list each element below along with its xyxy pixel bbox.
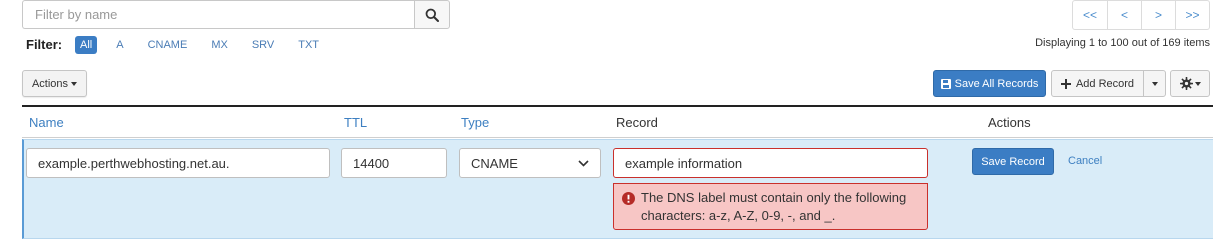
floppy-disk-icon xyxy=(940,78,951,89)
search-button[interactable] xyxy=(414,0,450,29)
search-input[interactable] xyxy=(22,0,415,29)
column-header-actions: Actions xyxy=(988,115,1031,130)
filter-srv[interactable]: SRV xyxy=(247,36,279,54)
column-header-ttl[interactable]: TTL xyxy=(344,115,367,130)
record-field[interactable]: example information xyxy=(613,148,928,178)
ttl-field[interactable]: 14400 xyxy=(341,148,447,178)
settings-dropdown-button[interactable] xyxy=(1170,70,1210,97)
add-record-label: Add Record xyxy=(1075,77,1135,90)
name-field-value: example.perthwebhosting.net.au. xyxy=(38,155,230,171)
save-record-button[interactable]: Save Record xyxy=(972,148,1054,175)
chevron-down-icon xyxy=(578,159,589,167)
first-page-button[interactable]: << xyxy=(1073,1,1107,29)
filter-mx[interactable]: MX xyxy=(206,36,233,54)
validation-error: The DNS label must contain only the foll… xyxy=(613,183,928,230)
add-record-dropdown-toggle[interactable] xyxy=(1143,70,1166,97)
ttl-field-value: 14400 xyxy=(353,155,390,171)
save-all-label: Save All Records xyxy=(954,77,1039,90)
column-header-name[interactable]: Name xyxy=(29,115,64,130)
record-field-value: example information xyxy=(625,155,743,171)
column-header-record: Record xyxy=(616,115,658,130)
filter-txt[interactable]: TXT xyxy=(293,36,324,54)
plus-icon xyxy=(1060,78,1071,89)
actions-dropdown-button[interactable]: Actions xyxy=(22,70,87,97)
filter-cname[interactable]: CNAME xyxy=(143,36,193,54)
items-count: Displaying 1 to 100 out of 169 items xyxy=(1035,37,1210,49)
gear-icon xyxy=(1179,77,1193,90)
cancel-link[interactable]: Cancel xyxy=(1068,155,1102,167)
filter-all[interactable]: All xyxy=(75,36,98,54)
table-top-border xyxy=(22,105,1213,107)
last-page-button[interactable]: >> xyxy=(1175,1,1209,29)
save-all-records-button[interactable]: Save All Records xyxy=(933,70,1046,97)
caret-down-icon xyxy=(1194,81,1201,86)
filter-options: All A CNAME MX SRV TXT xyxy=(75,36,338,54)
type-select[interactable]: CNAME xyxy=(459,148,601,178)
caret-down-icon xyxy=(1151,81,1158,86)
table-header-border xyxy=(22,137,1213,138)
next-page-button[interactable]: > xyxy=(1141,1,1175,29)
column-header-type[interactable]: Type xyxy=(461,115,489,130)
prev-page-button[interactable]: < xyxy=(1107,1,1141,29)
name-field[interactable]: example.perthwebhosting.net.au. xyxy=(26,148,330,178)
caret-down-icon xyxy=(71,81,78,86)
exclamation-circle-icon xyxy=(622,192,635,205)
pagination: << < > >> xyxy=(1072,0,1210,30)
actions-label: Actions xyxy=(31,77,69,90)
filter-a[interactable]: A xyxy=(111,36,128,54)
add-record-button[interactable]: Add Record xyxy=(1051,70,1144,97)
filter-label: Filter: xyxy=(26,37,63,52)
search-icon xyxy=(425,8,439,22)
type-select-value: CNAME xyxy=(471,155,518,171)
validation-error-text: The DNS label must contain only the foll… xyxy=(641,190,907,223)
